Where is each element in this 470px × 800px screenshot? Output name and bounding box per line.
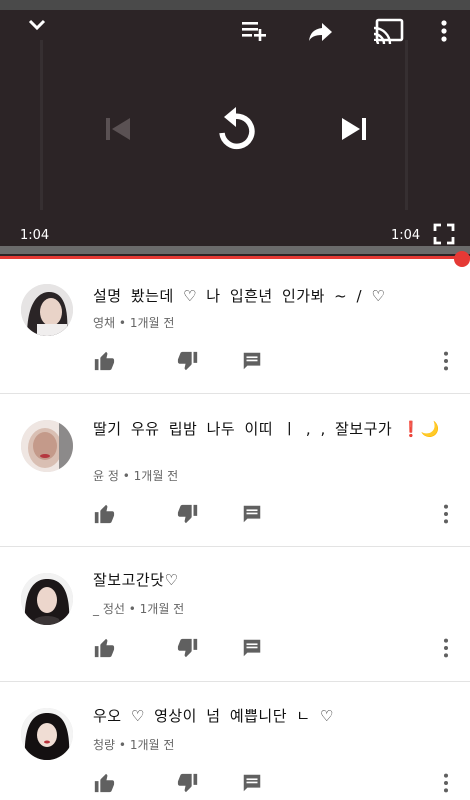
comment-item: 설명 봤는데 ♡ 나 입흔년 인가봐 ~ / ♡ 영채 • 1개월 전 [0, 262, 470, 394]
chevron-down-icon[interactable] [22, 12, 52, 38]
comment-age: 1개월 전 [129, 738, 175, 752]
video-player[interactable]: 1:04 1:04 [0, 0, 470, 258]
progress-bar[interactable] [0, 256, 470, 259]
avatar[interactable] [21, 420, 73, 472]
comment-meta: 영채 • 1개월 전 [93, 314, 174, 331]
comment-actions [93, 772, 453, 796]
video-frame-detail [405, 40, 408, 210]
duration: 1:04 [391, 228, 421, 243]
skip-previous-icon [100, 112, 136, 146]
avatar[interactable] [21, 284, 73, 336]
comment-age: 1개월 전 [129, 316, 175, 330]
more-vert-icon[interactable] [434, 16, 454, 46]
comment-author[interactable]: 청량 [93, 738, 115, 752]
meta-separator: • [118, 738, 126, 752]
more-vert-icon[interactable] [435, 637, 459, 661]
avatar[interactable] [21, 708, 73, 760]
progress-track [0, 246, 470, 254]
thumbs-up-icon[interactable] [93, 637, 117, 661]
comment-text: 우오 ♡ 영상이 넘 예쁩니단 ㄴ ♡ [93, 707, 334, 725]
thumbs-down-icon[interactable] [177, 772, 201, 796]
comment-meta: 윤 정 • 1개월 전 [93, 467, 178, 484]
reply-icon[interactable] [241, 772, 265, 796]
comment-author[interactable]: 영채 [93, 316, 115, 330]
comment-item: 딸기 우유 립밤 나두 이띠 ㅣ , , 잘보구가 ❗🌙 윤 정 • 1개월 전 [0, 393, 470, 547]
reply-icon[interactable] [241, 350, 265, 374]
comment-item: 잘보고간닷♡ _ 정선 • 1개월 전 [0, 546, 470, 682]
comment-text: 잘보고간닷♡ [93, 571, 179, 589]
more-vert-icon[interactable] [435, 503, 459, 527]
thumbs-up-icon[interactable] [93, 772, 117, 796]
comment-author[interactable]: 윤 정 [93, 469, 119, 483]
comment-item: 우오 ♡ 영상이 넘 예쁩니단 ㄴ ♡ 청량 • 1개월 전 [0, 681, 470, 800]
comment-text: 딸기 우유 립밤 나두 이띠 ㅣ , , 잘보구가 ❗🌙 [93, 420, 440, 438]
comment-age: 1개월 전 [133, 469, 179, 483]
thumbs-up-icon[interactable] [93, 350, 117, 374]
meta-separator: • [122, 469, 130, 483]
comment-meta: 청량 • 1개월 전 [93, 736, 174, 753]
add-to-queue-icon[interactable] [238, 16, 270, 44]
thumbs-up-icon[interactable] [93, 503, 117, 527]
current-time: 1:04 [20, 228, 50, 243]
comment-actions [93, 503, 453, 527]
share-icon[interactable] [306, 18, 336, 46]
thumbs-down-icon[interactable] [177, 350, 201, 374]
fullscreen-icon[interactable] [430, 220, 458, 248]
skip-next-icon[interactable] [336, 112, 372, 146]
thumbs-down-icon[interactable] [177, 637, 201, 661]
comment-meta: _ 정선 • 1개월 전 [93, 600, 184, 617]
comment-text: 설명 봤는데 ♡ 나 입흔년 인가봐 ~ / ♡ [93, 287, 386, 305]
comment-actions [93, 350, 453, 374]
comment-age: 1개월 전 [139, 602, 185, 616]
replay-icon[interactable] [208, 100, 264, 156]
status-strip [0, 0, 470, 10]
thumbs-down-icon[interactable] [177, 503, 201, 527]
comment-author[interactable]: _ 정선 [93, 602, 125, 616]
more-vert-icon[interactable] [435, 350, 459, 374]
reply-icon[interactable] [241, 637, 265, 661]
more-vert-icon[interactable] [435, 772, 459, 796]
meta-separator: • [118, 316, 126, 330]
meta-separator: • [128, 602, 136, 616]
video-frame-detail [40, 40, 43, 210]
reply-icon[interactable] [241, 503, 265, 527]
avatar[interactable] [21, 573, 73, 625]
cast-icon[interactable] [370, 16, 406, 46]
comment-actions [93, 637, 453, 661]
